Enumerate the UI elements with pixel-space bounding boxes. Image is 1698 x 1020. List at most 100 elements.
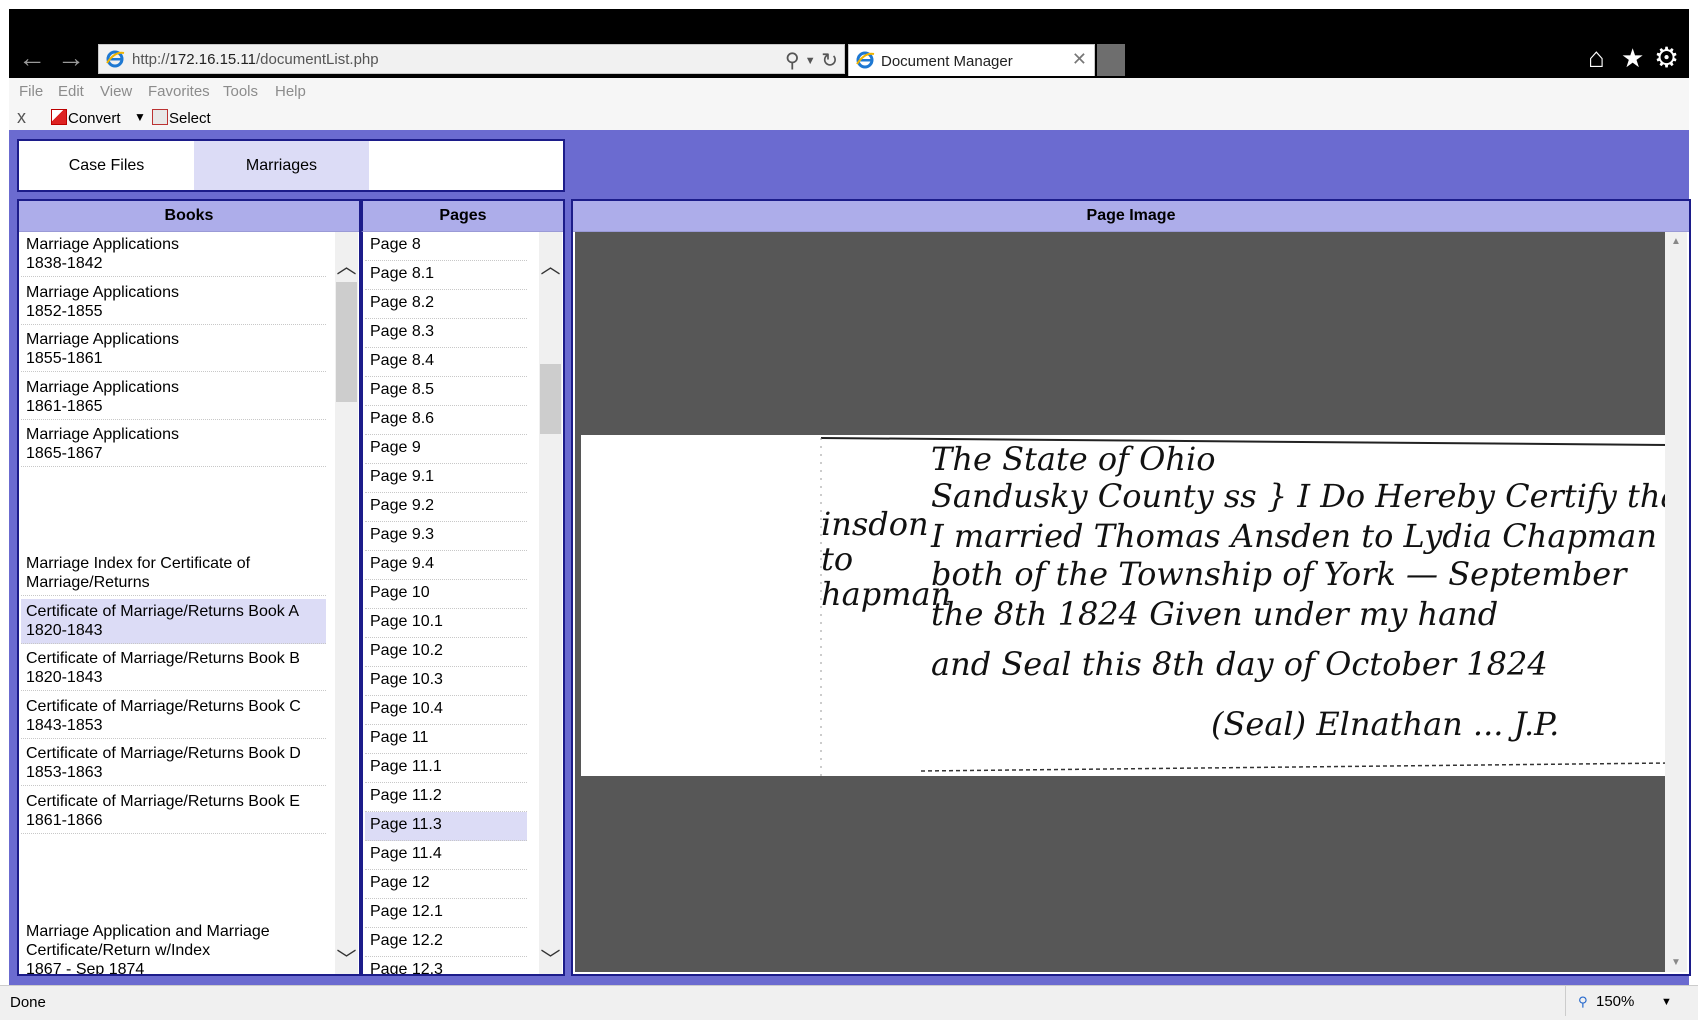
scroll-up-icon[interactable]: ︿ bbox=[335, 250, 358, 279]
pages-scrollbar[interactable]: ︿ ﹀ bbox=[539, 232, 562, 974]
page-item[interactable]: Page 8.3 bbox=[365, 319, 527, 348]
page-item[interactable]: Page 9.4 bbox=[365, 551, 527, 580]
book-years: 1861-1866 bbox=[26, 812, 103, 829]
menu-edit[interactable]: Edit bbox=[58, 83, 84, 100]
page-item[interactable]: Page 12.1 bbox=[365, 899, 527, 928]
convert-dropdown-icon[interactable]: ▼ bbox=[134, 110, 146, 124]
book-years: 1865-1867 bbox=[26, 445, 103, 462]
home-icon[interactable]: ⌂ bbox=[1588, 42, 1605, 74]
page-item-selected[interactable]: Page 11.3 bbox=[365, 812, 527, 841]
book-years: 1861-1865 bbox=[26, 398, 103, 415]
page-scan-image: The State of Ohio Sandusky County ss } I… bbox=[581, 435, 1669, 776]
tools-gear-icon[interactable]: ⚙ bbox=[1654, 42, 1679, 74]
convert-button[interactable]: Convert bbox=[51, 109, 121, 127]
page-item[interactable]: Page 10.1 bbox=[365, 609, 527, 638]
book-years: Marriage/Returns bbox=[26, 574, 150, 591]
book-item[interactable]: Certificate of Marriage/Returns Book E 18… bbox=[21, 789, 326, 834]
browser-chrome: ← → http://172.16.15.11/documentList.php… bbox=[0, 0, 1698, 78]
page-item[interactable]: Page 9.2 bbox=[365, 493, 527, 522]
page-item[interactable]: Page 11.2 bbox=[365, 783, 527, 812]
page-item[interactable]: Page 12.2 bbox=[365, 928, 527, 957]
scroll-down-icon[interactable]: ﹀ bbox=[335, 943, 358, 972]
page-item[interactable]: Page 10.3 bbox=[365, 667, 527, 696]
book-item[interactable]: Marriage Applications 1861-1865 bbox=[21, 375, 326, 420]
new-tab-button[interactable] bbox=[1097, 44, 1125, 76]
dropdown-arrow-icon[interactable]: ▼ bbox=[805, 55, 816, 67]
forward-button[interactable]: → bbox=[56, 44, 86, 72]
page-item[interactable]: Page 8 bbox=[365, 232, 527, 261]
tab-marriages[interactable]: Marriages bbox=[194, 141, 369, 190]
page-item[interactable]: Page 8.2 bbox=[365, 290, 527, 319]
book-years: 1853-1863 bbox=[26, 764, 103, 781]
book-item[interactable]: Marriage Applications 1865-1867 bbox=[21, 422, 326, 467]
book-title: Certificate of Marriage/Returns Book E bbox=[26, 793, 300, 810]
page-item[interactable]: Page 8.4 bbox=[365, 348, 527, 377]
menu-favorites[interactable]: Favorites bbox=[148, 83, 210, 100]
select-button[interactable]: Select bbox=[152, 109, 211, 127]
book-item[interactable]: Certificate of Marriage/Returns Book C 18… bbox=[21, 694, 326, 739]
zoom-control[interactable]: ⚲ 150% ▼ bbox=[1565, 986, 1680, 1016]
page-item[interactable]: Page 8.1 bbox=[365, 261, 527, 290]
book-title: Marriage Applications bbox=[26, 331, 179, 348]
books-scrollbar[interactable]: ︿ ﹀ bbox=[335, 232, 358, 974]
menu-help[interactable]: Help bbox=[275, 83, 306, 100]
status-bar: Done ⚲ 150% ▼ bbox=[0, 985, 1698, 1020]
menu-file[interactable]: File bbox=[19, 83, 43, 100]
book-item[interactable]: Marriage Applications 1855-1861 bbox=[21, 327, 326, 372]
book-item[interactable]: Marriage Application and Marriage Certifi… bbox=[21, 919, 326, 974]
scroll-down-icon[interactable]: ﹀ bbox=[539, 943, 562, 972]
svg-text:and Seal this 8th day of Octob: and Seal this 8th day of October 1824 bbox=[931, 645, 1548, 683]
address-bar[interactable]: http://172.16.15.11/documentList.php ⚲ ▼… bbox=[98, 44, 845, 74]
page-item[interactable]: Page 10 bbox=[365, 580, 527, 609]
favorites-icon[interactable]: ★ bbox=[1621, 42, 1644, 74]
ie-logo-icon bbox=[106, 50, 125, 68]
book-item[interactable]: Certificate of Marriage/Returns Book B 18… bbox=[21, 646, 326, 691]
search-icon[interactable]: ⚲ bbox=[785, 48, 800, 73]
address-tools: ⚲ ▼ ↻ bbox=[785, 48, 838, 73]
page-item[interactable]: Page 8.5 bbox=[365, 377, 527, 406]
page-item[interactable]: Page 11.4 bbox=[365, 841, 527, 870]
book-years: 1838-1842 bbox=[26, 255, 103, 272]
scroll-up-icon[interactable]: ▲ bbox=[1665, 236, 1687, 247]
page-image-panel: Page Image The State of Ohio Sandusky Co… bbox=[571, 199, 1691, 976]
scroll-thumb[interactable] bbox=[540, 364, 561, 434]
select-icon bbox=[152, 109, 168, 125]
book-item[interactable]: Marriage Applications 1838-1842 bbox=[21, 232, 326, 277]
book-years: 1867 - Sep 1874 bbox=[26, 961, 145, 974]
scroll-down-icon[interactable]: ▼ bbox=[1665, 957, 1687, 968]
book-item-selected[interactable]: Certificate of Marriage/Returns Book A 18… bbox=[21, 599, 326, 644]
page-item[interactable]: Page 9 bbox=[365, 435, 527, 464]
page-item[interactable]: Page 12.3 bbox=[365, 957, 527, 974]
browser-tab[interactable]: Document Manager ✕ bbox=[848, 44, 1095, 76]
scroll-thumb[interactable] bbox=[336, 282, 357, 402]
image-viewer[interactable]: The State of Ohio Sandusky County ss } I… bbox=[575, 232, 1669, 972]
page-item[interactable]: Page 12 bbox=[365, 870, 527, 899]
refresh-icon[interactable]: ↻ bbox=[821, 50, 838, 72]
tab-close-icon[interactable]: ✕ bbox=[1072, 49, 1087, 70]
zoom-dropdown-icon[interactable]: ▼ bbox=[1661, 996, 1672, 1008]
page-item[interactable]: Page 11 bbox=[365, 725, 527, 754]
page-item[interactable]: Page 10.2 bbox=[365, 638, 527, 667]
page-item[interactable]: Page 9.3 bbox=[365, 522, 527, 551]
menu-view[interactable]: View bbox=[100, 83, 132, 100]
book-title: Marriage Applications bbox=[26, 426, 179, 443]
page-item[interactable]: Page 11.1 bbox=[365, 754, 527, 783]
image-scrollbar[interactable]: ▲ ▼ bbox=[1665, 232, 1687, 972]
back-button[interactable]: ← bbox=[17, 44, 47, 72]
tab-case-files[interactable]: Case Files bbox=[19, 141, 194, 190]
scroll-up-icon[interactable]: ︿ bbox=[539, 250, 562, 279]
page-item[interactable]: Page 9.1 bbox=[365, 464, 527, 493]
book-item[interactable]: Marriage Applications 1852-1855 bbox=[21, 280, 326, 325]
svg-text:(Seal) Elnathan ... J.P.: (Seal) Elnathan ... J.P. bbox=[1211, 705, 1559, 743]
ie-logo-icon bbox=[856, 51, 875, 69]
page-item[interactable]: Page 8.6 bbox=[365, 406, 527, 435]
book-item[interactable]: Certificate of Marriage/Returns Book D 18… bbox=[21, 741, 326, 786]
book-years: 1843-1853 bbox=[26, 717, 103, 734]
close-toolbar-icon[interactable]: x bbox=[17, 107, 26, 128]
book-title: Marriage Applications bbox=[26, 284, 179, 301]
menu-tools[interactable]: Tools bbox=[223, 83, 258, 100]
document-manager-app: Case Files Marriages Books Marriage Appl… bbox=[9, 130, 1691, 985]
page-item[interactable]: Page 10.4 bbox=[365, 696, 527, 725]
pages-list: Page 8 Page 8.1 Page 8.2 Page 8.3 Page 8… bbox=[361, 232, 538, 974]
book-item[interactable]: Marriage Index for Certificate of Marriag… bbox=[21, 551, 326, 596]
